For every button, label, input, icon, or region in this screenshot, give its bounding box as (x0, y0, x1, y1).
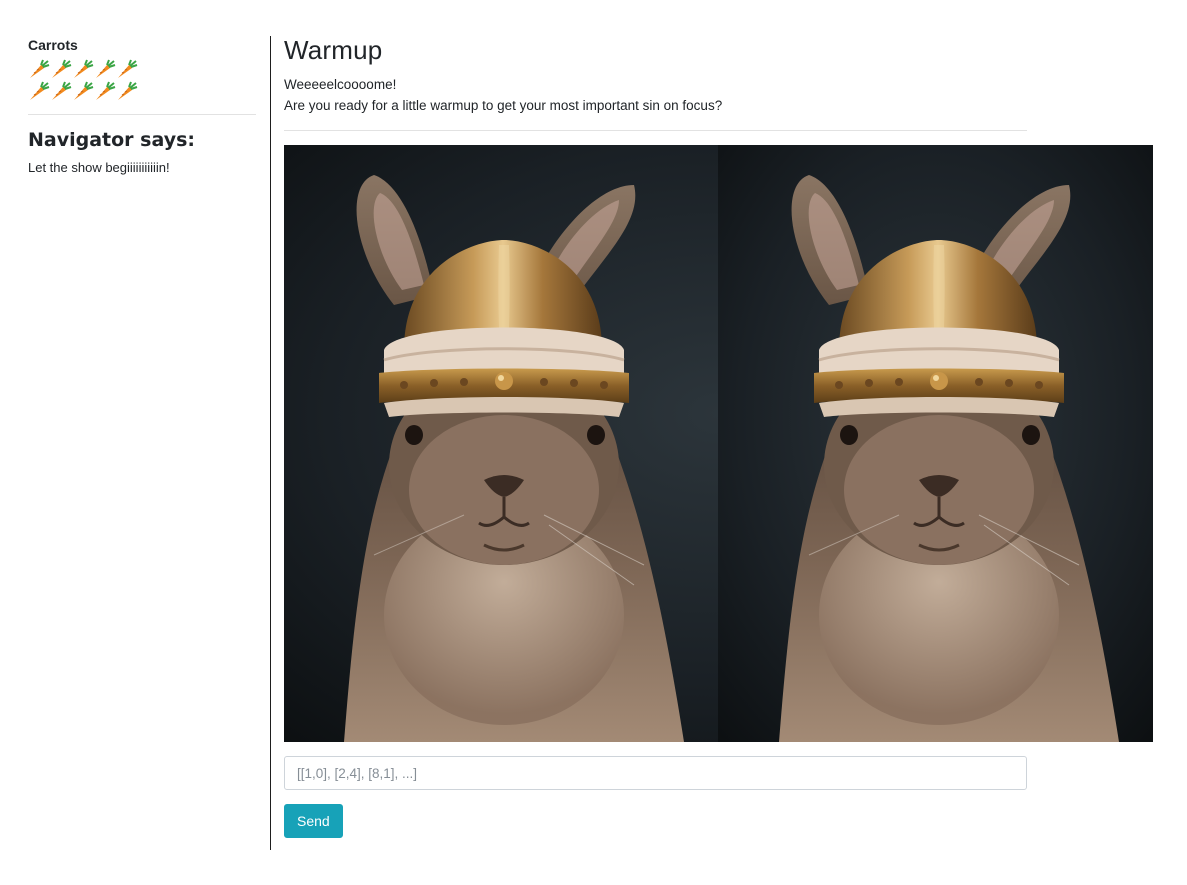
carrot-icon (52, 81, 72, 100)
carrot-icon (30, 81, 50, 100)
intro-line-2: Are you ready for a little warmup to get… (284, 98, 723, 113)
viking-rabbit-image (284, 145, 1153, 742)
sidebar: Carrots Navigator says: Let the show beg… (28, 36, 256, 177)
carrot-icon (52, 59, 72, 78)
navigator-title: Navigator says: (28, 129, 196, 151)
carrot-icon (118, 59, 138, 78)
carrot-icon (118, 81, 138, 100)
sidebar-divider (28, 114, 256, 115)
navigator-message: Let the show begiiiiiiiiiiin! (28, 160, 170, 175)
page-title: Warmup (284, 35, 383, 65)
carrot-icon (74, 59, 94, 78)
main-divider (284, 130, 1027, 131)
carrot-grid (28, 59, 143, 114)
intro-line-1: Weeeeelcoooome! (284, 77, 397, 92)
vertical-separator (270, 36, 271, 850)
send-button[interactable]: Send (284, 804, 343, 838)
carrot-icon (96, 59, 116, 78)
carrot-icon (30, 59, 50, 78)
main-content: Warmup Weeeeelcoooome! Are you ready for… (284, 34, 1154, 838)
carrots-title: Carrots (28, 37, 78, 53)
answer-input[interactable] (284, 756, 1027, 790)
carrot-icon (74, 81, 94, 100)
page: Carrots Navigator says: Let the show beg… (0, 0, 1187, 885)
carrot-icon (96, 81, 116, 100)
